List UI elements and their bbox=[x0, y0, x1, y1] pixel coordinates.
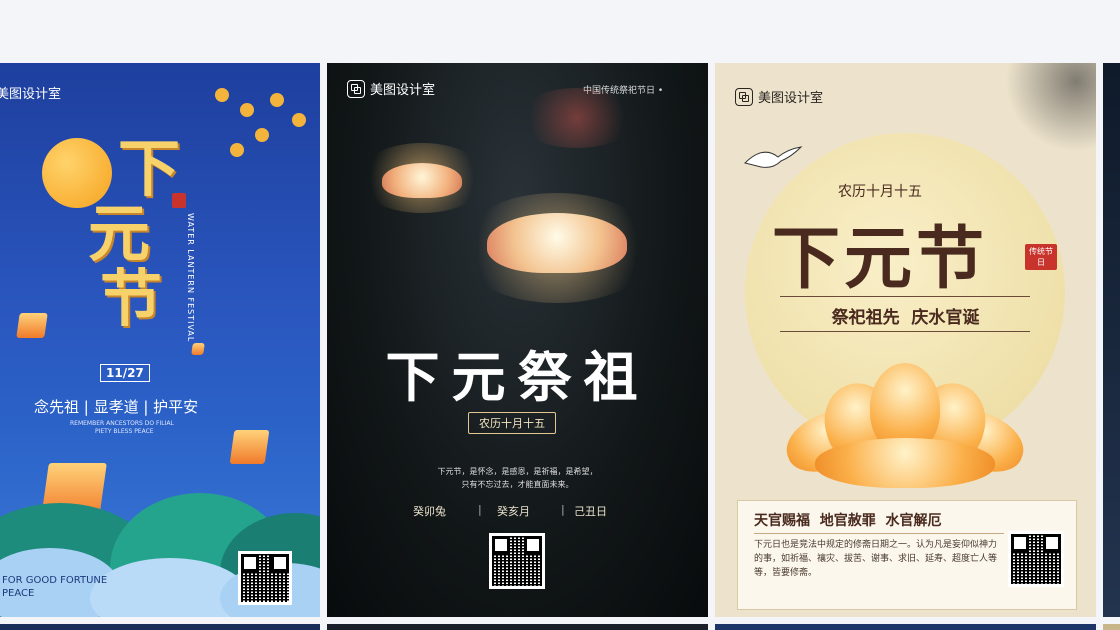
title-char-3: 节 bbox=[100, 262, 163, 335]
brand-text: 美图设计室 bbox=[0, 87, 62, 102]
brand-label: 美图设计室 bbox=[735, 87, 823, 106]
divider bbox=[754, 533, 1004, 534]
brand-logo-icon bbox=[735, 87, 753, 106]
osmanthus-flower-icon bbox=[215, 88, 229, 102]
tagline: 念先祖 | 显孝道 | 护平安 bbox=[34, 398, 199, 416]
template-card-1[interactable]: 美图设计室 下 元 节 WATER LANTERN FESTIVAL 11/27… bbox=[0, 63, 320, 617]
qr-code bbox=[489, 533, 545, 589]
footer-line-2: PEACE bbox=[2, 588, 35, 599]
red-seal: 传统节日 bbox=[1025, 244, 1057, 270]
english-line-1: REMEMBER ANCESTORS DO FILIAL bbox=[70, 420, 174, 427]
qr-code bbox=[1008, 531, 1064, 587]
lotus-flower-icon bbox=[778, 363, 1032, 493]
lunar-date: 农历十月十五 bbox=[838, 184, 922, 200]
ganzhi-year: 癸卯兔 bbox=[413, 505, 446, 518]
sky-lantern-icon bbox=[229, 430, 270, 464]
blurred-lantern-glow bbox=[517, 88, 637, 148]
template-card-4[interactable] bbox=[1103, 63, 1120, 617]
osmanthus-flower-icon bbox=[255, 128, 269, 142]
top-bar bbox=[0, 0, 1120, 63]
lotus-lantern-icon bbox=[487, 213, 627, 273]
osmanthus-flower-icon bbox=[270, 93, 284, 107]
english-line-2: PIETY BLESS PEACE bbox=[95, 428, 154, 435]
english-vertical-title: WATER LANTERN FESTIVAL bbox=[186, 213, 195, 343]
qr-code bbox=[238, 551, 292, 605]
date-badge: 11/27 bbox=[100, 364, 150, 382]
template-card-row2-2[interactable] bbox=[327, 624, 708, 630]
template-card-row2-4[interactable] bbox=[1103, 624, 1120, 630]
crane-icon bbox=[743, 143, 803, 173]
sky-lantern-icon bbox=[191, 343, 205, 355]
info-box: 天官赐福 地官赦罪 水官解厄 下元日也是竞法中规定的修斋日期之一。认为凡是妄仰似… bbox=[737, 500, 1077, 610]
separator: | bbox=[478, 503, 482, 516]
ganzhi-day: 己丑日 bbox=[574, 505, 607, 518]
brand-text: 美图设计室 bbox=[758, 91, 824, 106]
brand-label: 美图设计室 bbox=[0, 83, 61, 102]
osmanthus-flower-icon bbox=[292, 113, 306, 127]
date-badge: 农历十月十五 bbox=[468, 412, 556, 434]
osmanthus-flower-icon bbox=[230, 143, 244, 157]
title-char-2: 元 bbox=[88, 197, 151, 270]
red-seal-icon bbox=[172, 193, 186, 208]
divider bbox=[780, 296, 1030, 297]
description-line-2: 只有不忘过去，才能直面未来。 bbox=[461, 480, 574, 489]
sky-lantern-icon bbox=[16, 313, 48, 338]
info-box-text: 下元日也是竞法中规定的修斋日期之一。认为凡是妄仰似神力的事，如祈福、禳灾、拔苦、… bbox=[754, 540, 998, 578]
subtitle: 祭祀祖先 庆水官诞 bbox=[831, 308, 980, 328]
brand-label: 美图设计室 bbox=[347, 79, 435, 98]
template-gallery: 美图设计室 下 元 节 WATER LANTERN FESTIVAL 11/27… bbox=[0, 63, 1120, 630]
template-card-2[interactable]: 美图设计室 中国传统祭祀节日 • 下元祭祖 农历十月十五 癸卯兔 | 癸亥月 |… bbox=[327, 63, 708, 617]
template-card-row2-3[interactable] bbox=[715, 624, 1096, 630]
footer-line-1: FOR GOOD FORTUNE bbox=[2, 575, 108, 586]
osmanthus-flower-icon bbox=[240, 103, 254, 117]
description-line-1: 下元节，是怀念，是感恩，是祈福，是希望， bbox=[437, 467, 598, 476]
info-box-title: 天官赐福 地官赦罪 水官解厄 bbox=[754, 513, 942, 529]
brand-text: 美图设计室 bbox=[370, 83, 436, 98]
bamboo-ink-icon bbox=[996, 63, 1096, 153]
lotus-lantern-icon bbox=[382, 163, 462, 198]
separator: | bbox=[561, 503, 565, 516]
template-card-3[interactable]: 美图设计室 农历十月十五 下元节 传统节日 祭祀祖先 庆水官诞 天官赐福 地官赦… bbox=[715, 63, 1096, 617]
brand-logo-icon bbox=[347, 79, 365, 98]
divider bbox=[780, 331, 1030, 332]
template-card-row2-1[interactable] bbox=[0, 624, 320, 630]
ganzhi-month: 癸亥月 bbox=[497, 505, 530, 518]
poster-title: 下元祭祖 bbox=[385, 345, 650, 409]
title-char-1: 下 bbox=[118, 132, 181, 205]
poster-title: 下元节 bbox=[771, 219, 988, 299]
